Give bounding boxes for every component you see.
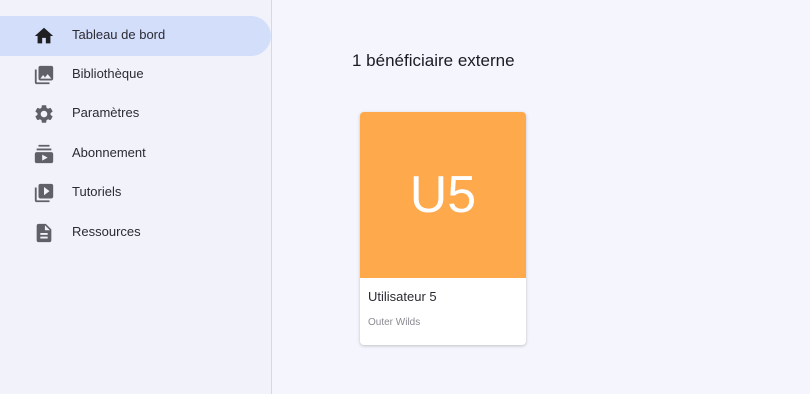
sidebar-item-tutoriels[interactable]: Tutoriels (0, 173, 271, 213)
home-icon (33, 25, 55, 47)
sidebar-item-label: Tableau de bord (72, 27, 166, 42)
avatar-initials: U5 (409, 166, 477, 224)
main-content: 1 bénéficiaire externe U5 Utilisateur 5 … (272, 0, 810, 394)
beneficiary-name: Utilisateur 5 (368, 289, 437, 304)
gear-icon (33, 103, 55, 125)
photo-library-icon (33, 64, 55, 86)
beneficiary-card[interactable]: U5 Utilisateur 5 Outer Wilds (360, 112, 526, 345)
sidebar-item-label: Paramètres (72, 105, 140, 120)
beneficiary-subtitle: Outer Wilds (368, 317, 421, 328)
subscriptions-icon (33, 143, 55, 165)
sidebar: Tableau de bord Bibliothèque Paramètres … (0, 0, 272, 394)
sidebar-item-ressources[interactable]: Ressources (0, 213, 271, 253)
sidebar-item-label: Ressources (72, 224, 141, 239)
sidebar-item-label: Abonnement (72, 145, 146, 160)
sidebar-item-tableau-de-bord[interactable]: Tableau de bord (0, 16, 271, 56)
sidebar-item-abonnement[interactable]: Abonnement (0, 134, 271, 174)
avatar: U5 (360, 112, 526, 278)
sidebar-item-label: Bibliothèque (72, 66, 144, 81)
video-library-icon (33, 182, 55, 204)
document-icon (33, 222, 55, 244)
sidebar-item-bibliotheque[interactable]: Bibliothèque (0, 55, 271, 95)
sidebar-item-parametres[interactable]: Paramètres (0, 94, 271, 134)
page-title: 1 bénéficiaire externe (352, 51, 515, 70)
sidebar-item-label: Tutoriels (72, 184, 122, 199)
